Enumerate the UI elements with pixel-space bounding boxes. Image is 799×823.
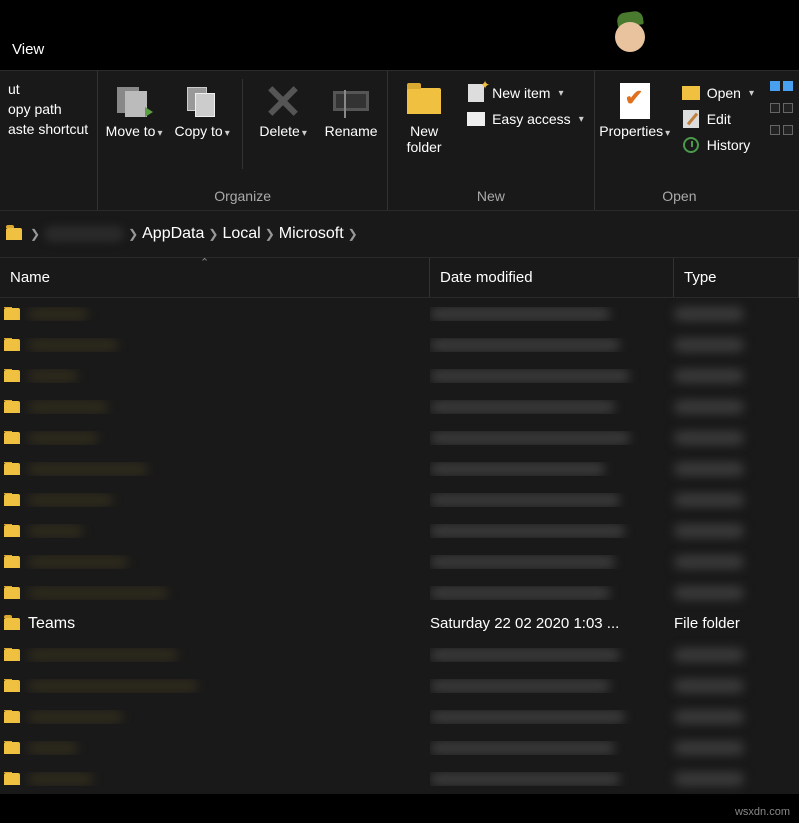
list-item[interactable] bbox=[0, 422, 799, 453]
file-name: Teams bbox=[28, 615, 75, 633]
folder-icon bbox=[4, 370, 20, 382]
properties-button[interactable]: Properties▾ bbox=[599, 79, 671, 144]
list-item[interactable] bbox=[0, 360, 799, 391]
folder-icon bbox=[4, 711, 20, 723]
chevron-right-icon[interactable]: ❯ bbox=[348, 227, 358, 241]
list-item[interactable] bbox=[0, 701, 799, 732]
chevron-right-icon[interactable]: ❯ bbox=[30, 227, 40, 241]
chevron-down-icon: ▾ bbox=[749, 88, 754, 99]
folder-icon bbox=[4, 525, 20, 537]
folder-icon bbox=[4, 401, 20, 413]
folder-icon bbox=[4, 339, 20, 351]
rename-icon bbox=[333, 91, 369, 111]
ribbon-group-open: Properties▾ Open▾ Edit History Open bbox=[595, 71, 764, 210]
list-item[interactable] bbox=[0, 453, 799, 484]
file-list: Teams Saturday 22 02 2020 1:03 ... File … bbox=[0, 298, 799, 794]
address-bar[interactable]: ❯ ❯ AppData ❯ Local ❯ Microsoft ❯ bbox=[0, 210, 799, 258]
open-icon bbox=[682, 86, 700, 100]
chevron-down-icon: ▾ bbox=[302, 128, 307, 139]
easy-access-icon bbox=[467, 112, 485, 126]
delete-icon bbox=[267, 85, 299, 117]
chevron-down-icon: ▾ bbox=[157, 128, 162, 139]
move-to-icon bbox=[117, 85, 151, 117]
ribbon-group-new: New folder New item▾ Easy access▾ New bbox=[388, 71, 595, 210]
folder-icon bbox=[6, 228, 22, 240]
layout-tiles-button[interactable] bbox=[770, 81, 793, 91]
file-date: Saturday 22 02 2020 1:03 ... bbox=[430, 615, 674, 632]
list-item[interactable] bbox=[0, 732, 799, 763]
cut-button[interactable]: ut bbox=[8, 81, 89, 97]
paste-shortcut-button[interactable]: aste shortcut bbox=[8, 121, 89, 137]
column-header-name[interactable]: Name ⌃ bbox=[0, 258, 430, 297]
folder-icon bbox=[4, 556, 20, 568]
list-item[interactable] bbox=[0, 298, 799, 329]
layout-tiles-button[interactable] bbox=[770, 125, 793, 135]
sort-indicator-icon: ⌃ bbox=[200, 256, 209, 269]
folder-icon bbox=[407, 88, 441, 114]
breadcrumb-item-microsoft[interactable]: Microsoft bbox=[279, 225, 344, 243]
copy-to-button[interactable]: Copy to▾ bbox=[170, 79, 234, 144]
column-headers: Name ⌃ Date modified Type bbox=[0, 258, 799, 298]
new-item-icon bbox=[468, 84, 484, 102]
breadcrumb-item-hidden[interactable] bbox=[44, 226, 124, 242]
open-button[interactable]: Open▾ bbox=[681, 81, 754, 105]
chevron-right-icon[interactable]: ❯ bbox=[128, 227, 138, 241]
column-header-type[interactable]: Type bbox=[674, 258, 799, 297]
folder-icon bbox=[4, 680, 20, 692]
copy-to-icon bbox=[185, 85, 219, 117]
new-folder-button[interactable]: New folder bbox=[392, 79, 456, 159]
breadcrumb-item-appdata[interactable]: AppData bbox=[142, 225, 204, 243]
rename-button[interactable]: Rename bbox=[319, 79, 383, 143]
title-bar: View bbox=[0, 0, 799, 70]
breadcrumb-item-local[interactable]: Local bbox=[222, 225, 260, 243]
tab-view[interactable]: View bbox=[4, 37, 52, 62]
list-item[interactable] bbox=[0, 515, 799, 546]
history-icon bbox=[683, 137, 699, 153]
new-item-button[interactable]: New item▾ bbox=[466, 81, 584, 105]
file-type: File folder bbox=[674, 615, 799, 632]
folder-icon bbox=[4, 463, 20, 475]
group-label-organize: Organize bbox=[102, 188, 383, 208]
layout-tiles-button[interactable] bbox=[770, 103, 793, 113]
watermark: wsxdn.com bbox=[732, 805, 793, 819]
edit-button[interactable]: Edit bbox=[681, 107, 754, 131]
list-item[interactable] bbox=[0, 670, 799, 701]
ribbon: ut opy path aste shortcut Move to▾ Copy … bbox=[0, 70, 799, 210]
list-item[interactable] bbox=[0, 639, 799, 670]
mascot-icon bbox=[611, 8, 651, 52]
history-button[interactable]: History bbox=[681, 133, 754, 157]
list-item[interactable] bbox=[0, 329, 799, 360]
easy-access-button[interactable]: Easy access▾ bbox=[466, 107, 584, 131]
list-item[interactable] bbox=[0, 391, 799, 422]
chevron-down-icon: ▾ bbox=[579, 114, 584, 125]
column-header-date[interactable]: Date modified bbox=[430, 258, 674, 297]
chevron-down-icon: ▾ bbox=[225, 128, 230, 139]
group-label-new: New bbox=[392, 188, 590, 208]
folder-icon bbox=[4, 494, 20, 506]
list-item-teams[interactable]: Teams Saturday 22 02 2020 1:03 ... File … bbox=[0, 608, 799, 639]
list-item[interactable] bbox=[0, 484, 799, 515]
edit-icon bbox=[683, 110, 699, 128]
copy-path-button[interactable]: opy path bbox=[8, 101, 89, 117]
delete-button[interactable]: Delete▾ bbox=[251, 79, 315, 144]
folder-icon bbox=[4, 432, 20, 444]
list-item[interactable] bbox=[0, 763, 799, 794]
folder-icon bbox=[4, 773, 20, 785]
chevron-down-icon: ▾ bbox=[665, 128, 670, 139]
list-item[interactable] bbox=[0, 546, 799, 577]
group-label-open: Open bbox=[599, 188, 760, 208]
properties-icon bbox=[620, 83, 650, 119]
chevron-right-icon[interactable]: ❯ bbox=[265, 227, 275, 241]
ribbon-group-organize: Move to▾ Copy to▾ Delete▾ Rename Organiz… bbox=[98, 71, 388, 210]
folder-icon bbox=[4, 649, 20, 661]
folder-icon bbox=[4, 308, 20, 320]
folder-icon bbox=[4, 587, 20, 599]
folder-icon bbox=[4, 618, 20, 630]
folder-icon bbox=[4, 742, 20, 754]
chevron-right-icon[interactable]: ❯ bbox=[208, 227, 218, 241]
view-tiles bbox=[764, 71, 799, 210]
list-item[interactable] bbox=[0, 577, 799, 608]
chevron-down-icon: ▾ bbox=[558, 88, 563, 99]
move-to-button[interactable]: Move to▾ bbox=[102, 79, 166, 144]
